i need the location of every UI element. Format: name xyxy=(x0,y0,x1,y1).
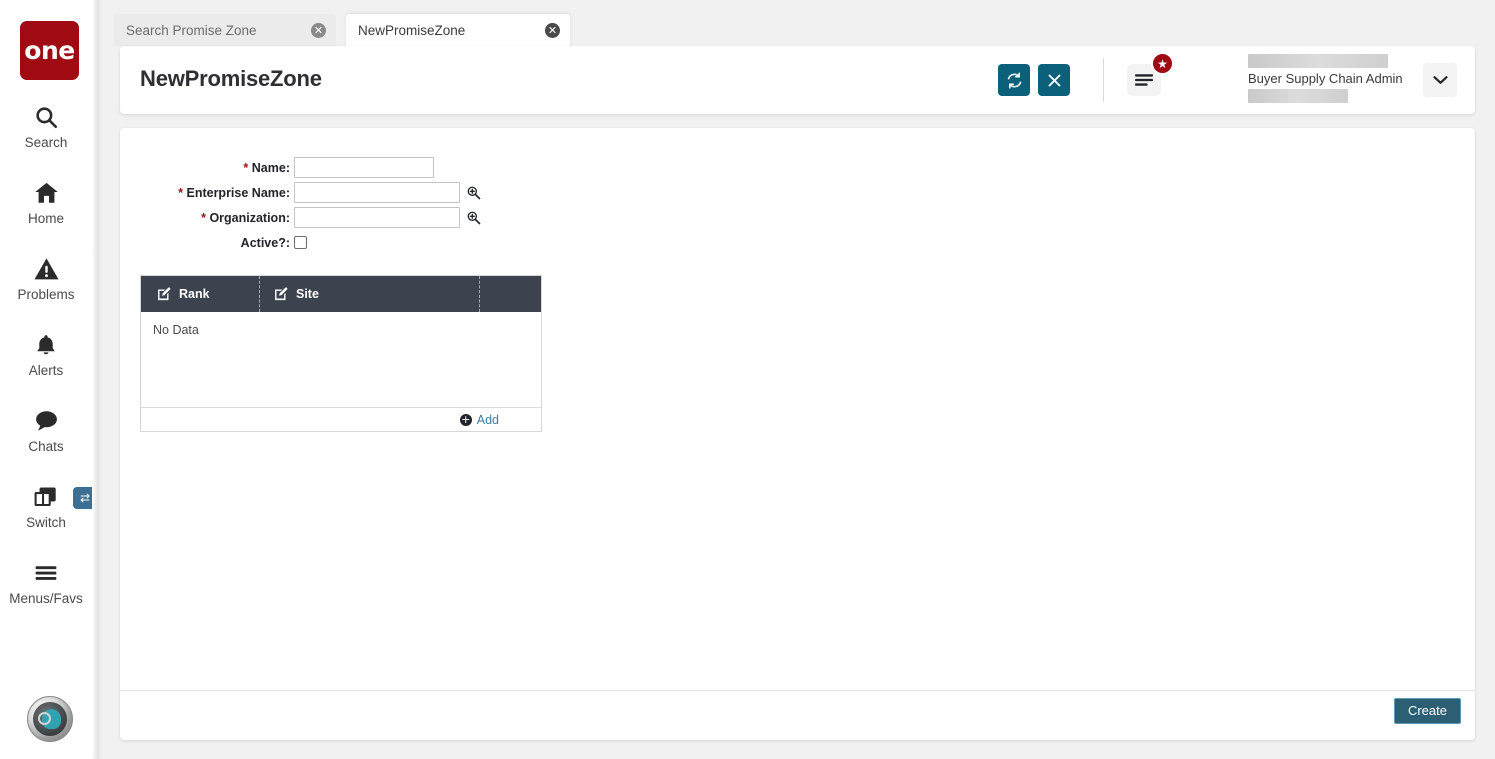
switch-arrows-icon: ⇄ xyxy=(79,491,91,505)
name-input[interactable] xyxy=(294,157,434,178)
tab-new-promise-zone[interactable]: NewPromiseZone ✕ xyxy=(346,14,570,49)
chat-bubble-icon xyxy=(0,404,92,438)
add-row-label: Add xyxy=(476,412,499,427)
redacted-user-name xyxy=(1248,54,1388,68)
close-icon[interactable]: ✕ xyxy=(311,22,326,38)
favorites-star-badge[interactable]: ★ xyxy=(1151,52,1174,75)
avatar-image xyxy=(33,702,67,736)
sidebar: one Search Home Problems Alerts Chats Sw… xyxy=(0,0,97,759)
active-label: Active?: xyxy=(240,235,290,250)
grid-column-actions xyxy=(479,276,541,312)
plus-circle-icon: + xyxy=(459,412,472,426)
avatar[interactable] xyxy=(27,696,73,742)
create-button[interactable]: Create xyxy=(1393,698,1461,724)
warning-triangle-icon xyxy=(0,252,92,286)
required-asterisk: * xyxy=(178,185,183,200)
sidebar-divider xyxy=(92,0,102,759)
page-header: NewPromiseZone ★ Buyer Supply Chain Admi… xyxy=(120,46,1475,114)
form-row-enterprise-name: * Enterprise Name: xyxy=(142,182,481,203)
user-role-label: Buyer Supply Chain Admin xyxy=(1248,71,1403,86)
organization-label: * Organization: xyxy=(142,211,294,225)
hamburger-icon xyxy=(0,556,92,590)
refresh-button[interactable] xyxy=(998,64,1030,96)
required-asterisk: * xyxy=(201,210,206,225)
organization-lookup-icon[interactable] xyxy=(466,210,481,225)
sites-grid: Rank Site No Data + Add xyxy=(140,275,542,432)
brand-logo[interactable]: one xyxy=(20,21,79,80)
sidebar-item-label: Alerts xyxy=(28,363,64,378)
edit-pencil-icon xyxy=(274,287,288,301)
user-info[interactable]: Buyer Supply Chain Admin xyxy=(1248,54,1403,103)
page-title: NewPromiseZone xyxy=(140,66,322,91)
sidebar-item-search[interactable]: Search xyxy=(0,100,92,150)
redacted-user-detail xyxy=(1248,89,1348,103)
sidebar-item-menus-favs[interactable]: Menus/Favs xyxy=(0,556,92,606)
close-page-button[interactable] xyxy=(1038,64,1070,96)
sidebar-item-label: Search xyxy=(24,135,68,150)
header-divider xyxy=(1103,58,1104,102)
grid-header-row: Rank Site xyxy=(141,276,541,312)
main-content-card: * Name: * Enterprise Name: * Organizatio… xyxy=(120,128,1475,740)
avatar-ring-shape xyxy=(38,712,51,725)
grid-column-label: Rank xyxy=(179,287,210,301)
form-row-organization: * Organization: xyxy=(142,207,481,228)
grid-body: No Data xyxy=(141,312,541,407)
enterprise-name-lookup-icon[interactable] xyxy=(466,185,481,200)
organization-input[interactable] xyxy=(294,207,460,228)
sidebar-item-chats[interactable]: Chats xyxy=(0,404,92,454)
promise-zone-form: * Name: * Enterprise Name: * Organizatio… xyxy=(142,157,481,258)
enterprise-name-input[interactable] xyxy=(294,182,460,203)
add-row-button[interactable]: + Add xyxy=(459,412,499,427)
edit-pencil-icon xyxy=(157,287,171,301)
enterprise-name-label: * Enterprise Name: xyxy=(142,186,294,200)
grid-column-label: Site xyxy=(296,287,319,301)
close-icon[interactable]: ✕ xyxy=(545,22,560,38)
home-icon xyxy=(0,176,92,210)
required-asterisk: * xyxy=(243,160,249,175)
grid-empty-text: No Data xyxy=(153,323,199,337)
star-icon: ★ xyxy=(1157,56,1168,71)
sidebar-item-label: Chats xyxy=(28,439,64,454)
enterprise-name-label-text: Enterprise Name: xyxy=(186,185,290,200)
tab-label: Search Promise Zone xyxy=(126,22,257,38)
user-menu-dropdown[interactable] xyxy=(1423,63,1457,97)
form-row-active: Active?: xyxy=(142,233,481,252)
sidebar-item-label: Home xyxy=(27,211,64,226)
grid-footer: + Add xyxy=(141,407,541,431)
sidebar-item-label: Problems xyxy=(17,287,75,302)
tab-bar: Search Promise Zone ✕ NewPromiseZone ✕ xyxy=(102,0,1495,49)
sidebar-item-problems[interactable]: Problems xyxy=(0,252,92,302)
name-label: * Name: xyxy=(142,161,294,175)
active-checkbox[interactable] xyxy=(294,236,307,249)
sidebar-item-home[interactable]: Home xyxy=(0,176,92,226)
tab-search-promise-zone[interactable]: Search Promise Zone ✕ xyxy=(114,14,336,46)
tab-label: NewPromiseZone xyxy=(358,22,466,38)
organization-label-text: Organization: xyxy=(209,210,290,225)
search-icon xyxy=(0,100,92,134)
form-row-name: * Name: xyxy=(142,157,481,178)
name-label-text: Name: xyxy=(251,160,290,175)
grid-column-rank[interactable]: Rank xyxy=(141,276,259,312)
grid-column-site[interactable]: Site xyxy=(259,276,479,312)
sidebar-item-label: Switch xyxy=(26,515,66,530)
sidebar-item-label: Menus/Favs xyxy=(9,591,83,606)
bell-icon xyxy=(0,328,92,362)
sidebar-item-alerts[interactable]: Alerts xyxy=(0,328,92,378)
brand-logo-text: one xyxy=(24,36,75,65)
footer-divider xyxy=(120,690,1475,691)
